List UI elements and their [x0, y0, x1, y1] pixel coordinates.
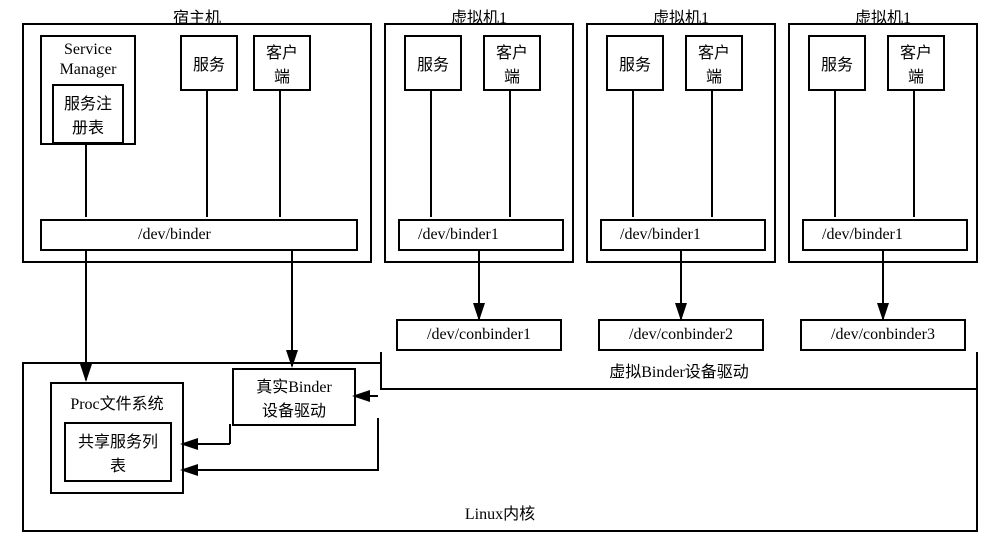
vm3-title: 虚拟机1 [790, 4, 976, 28]
vm3-client-label: 客户 端 [900, 39, 932, 87]
vm2-service-label: 服务 [619, 51, 651, 75]
vm2-box: 虚拟机1 服务 客户 端 /dev/binder1 [586, 23, 776, 263]
vm1-service-label: 服务 [417, 51, 449, 75]
diagram-canvas: 宿主机 Service Manager 服务注 册表 服务 客户 端 /dev/… [0, 0, 1000, 543]
proc-label: Proc文件系统 [52, 390, 182, 414]
vm3-service-box: 服务 [808, 35, 866, 91]
proc-box: Proc文件系统 共享服务列 表 [50, 382, 184, 494]
host-service-label: 服务 [193, 51, 225, 75]
vm1-title: 虚拟机1 [386, 4, 572, 28]
service-manager-box: Service Manager 服务注 册表 [40, 35, 136, 145]
vm3-binder-box: /dev/binder1 [802, 219, 968, 251]
virtual-binder-driver-box: 虚拟Binder设备驱动 [380, 352, 978, 390]
vm2-binder-label: /dev/binder1 [620, 226, 701, 244]
kernel-title: Linux内核 [24, 500, 976, 524]
conbinder2-label: /dev/conbinder2 [629, 326, 733, 344]
vm1-service-box: 服务 [404, 35, 462, 91]
conbinder1-box: /dev/conbinder1 [396, 319, 562, 351]
vm2-service-box: 服务 [606, 35, 664, 91]
service-registry-box: 服务注 册表 [52, 84, 124, 144]
vm1-client-label: 客户 端 [496, 39, 528, 87]
real-binder-driver-label: 真实Binder 设备驱动 [256, 373, 332, 421]
vm3-service-label: 服务 [821, 51, 853, 75]
vm1-box: 虚拟机1 服务 客户 端 /dev/binder1 [384, 23, 574, 263]
shared-service-box: 共享服务列 表 [64, 422, 172, 482]
real-binder-driver-box: 真实Binder 设备驱动 [232, 368, 356, 426]
host-client-box: 客户 端 [253, 35, 311, 91]
conbinder3-box: /dev/conbinder3 [800, 319, 966, 351]
kernel-box: Linux内核 Proc文件系统 共享服务列 表 真实Binder 设备驱动 虚… [22, 362, 978, 532]
vm3-binder-label: /dev/binder1 [822, 226, 903, 244]
vm1-binder-label: /dev/binder1 [418, 226, 499, 244]
host-box: 宿主机 Service Manager 服务注 册表 服务 客户 端 /dev/… [22, 23, 372, 263]
host-client-label: 客户 端 [266, 39, 298, 87]
host-title: 宿主机 [24, 4, 370, 28]
conbinder2-box: /dev/conbinder2 [598, 319, 764, 351]
host-service-box: 服务 [180, 35, 238, 91]
virtual-binder-driver-label: 虚拟Binder设备驱动 [609, 358, 749, 382]
vm3-box: 虚拟机1 服务 客户 端 /dev/binder1 [788, 23, 978, 263]
shared-service-label: 共享服务列 表 [78, 428, 158, 476]
vm2-client-label: 客户 端 [698, 39, 730, 87]
vm2-title: 虚拟机1 [588, 4, 774, 28]
vm3-client-box: 客户 端 [887, 35, 945, 91]
vm2-binder-box: /dev/binder1 [600, 219, 766, 251]
vm1-client-box: 客户 端 [483, 35, 541, 91]
service-manager-label: Service Manager [60, 40, 117, 80]
host-binder-label: /dev/binder [138, 226, 211, 244]
vm1-binder-box: /dev/binder1 [398, 219, 564, 251]
conbinder1-label: /dev/conbinder1 [427, 326, 531, 344]
vm2-client-box: 客户 端 [685, 35, 743, 91]
service-registry-label: 服务注 册表 [64, 90, 112, 138]
host-binder-box: /dev/binder [40, 219, 358, 251]
conbinder3-label: /dev/conbinder3 [831, 326, 935, 344]
